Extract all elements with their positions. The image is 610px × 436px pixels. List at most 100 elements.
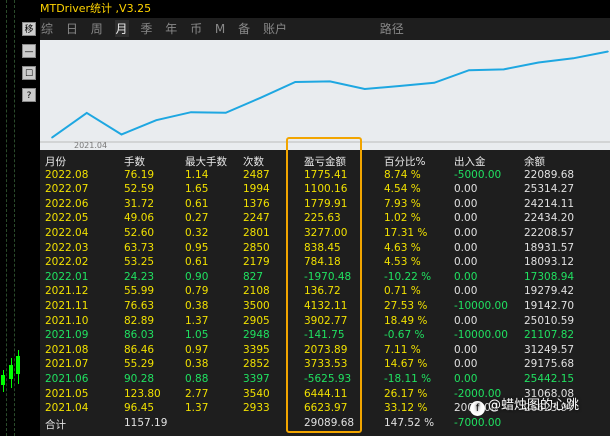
profit-column-highlight	[286, 137, 362, 433]
cell-percent: 4.63 %	[384, 241, 421, 254]
total-lots: 1157.19	[124, 416, 168, 429]
cell-lots: 76.19	[124, 168, 155, 181]
cell-lots: 31.72	[124, 197, 155, 210]
cell-lots: 96.45	[124, 402, 155, 415]
cell-lots: 90.28	[124, 372, 155, 385]
cell-max-lots: 1.37	[185, 314, 209, 327]
tab-week[interactable]: 周	[90, 20, 104, 37]
balance-point-2022.07	[572, 57, 575, 60]
cell-max-lots: 1.65	[185, 183, 209, 196]
balance-point-2022.01	[363, 88, 366, 90]
cell-lots: 49.06	[124, 212, 155, 225]
watermark-text: @蜡烛图的心跳	[488, 398, 580, 413]
balance-point-2022.02	[398, 85, 401, 87]
cell-count: 2852	[243, 358, 270, 371]
cell-percent: 7.93 %	[384, 197, 421, 210]
balance-point-2021.08	[190, 111, 192, 114]
total-percent: 147.52 %	[384, 416, 435, 429]
cell-max-lots: 0.97	[185, 343, 209, 356]
cell-percent: 7.11 %	[384, 343, 421, 356]
header-deposit[interactable]: 出入金	[454, 154, 486, 169]
cell-lots: 63.73	[124, 241, 155, 254]
cell-count: 2108	[243, 285, 270, 298]
move-button[interactable]: 移	[22, 22, 36, 36]
cell-balance: 24214.11	[524, 197, 575, 210]
cell-deposit: 0.00	[454, 314, 478, 327]
total-month: 合计	[45, 418, 66, 431]
cell-month: 2021.04	[45, 402, 89, 415]
tab-month[interactable]: 月	[114, 20, 129, 37]
tab-overview[interactable]: 综	[40, 20, 54, 37]
cell-month: 2021.08	[45, 343, 89, 356]
cell-lots: 24.23	[124, 270, 155, 283]
cell-month: 2021.07	[45, 358, 89, 371]
cell-deposit: 0.00	[454, 358, 478, 371]
cell-deposit: 0.00	[454, 183, 478, 196]
tab-path[interactable]: 路径	[379, 20, 405, 37]
maximize-button[interactable]: ☐	[22, 66, 36, 80]
cell-lots: 86.46	[124, 343, 155, 356]
cell-count: 2850	[243, 241, 270, 254]
header-count[interactable]: 次数	[243, 154, 264, 169]
background-price-chart	[0, 0, 20, 436]
cell-count: 3395	[243, 343, 270, 356]
cell-balance: 21107.82	[524, 329, 575, 342]
window-title: MTDriver统计 ,V3.25	[40, 0, 610, 18]
cell-count: 3540	[243, 387, 270, 400]
cell-balance: 29175.68	[524, 358, 575, 371]
cell-month: 2021.09	[45, 329, 89, 342]
balance-point-2021.10	[259, 96, 262, 99]
cell-percent: 14.67 %	[384, 358, 428, 371]
cell-count: 2933	[243, 402, 270, 415]
header-balance[interactable]: 余额	[524, 154, 545, 169]
balance-point-2021.06	[120, 133, 123, 136]
tab-quarter[interactable]: 季	[139, 20, 153, 37]
cell-percent: 33.12 %	[384, 402, 428, 415]
cell-count: 1376	[243, 197, 270, 210]
balance-series-line	[51, 50, 609, 139]
cell-deposit: 0.00	[454, 372, 478, 385]
cell-month: 2022.06	[45, 197, 89, 210]
tab-currency[interactable]: 币	[189, 20, 203, 37]
cell-count: 2179	[243, 256, 270, 269]
cell-count: 2247	[243, 212, 270, 225]
tab-bar: 综 日 周 月 季 年 币 M 备 账户 路径	[40, 20, 412, 40]
total-deposit: -7000.00	[454, 416, 502, 429]
cell-month: 2022.08	[45, 168, 89, 181]
cell-percent: -10.22 %	[384, 270, 432, 283]
header-lots[interactable]: 手数	[124, 154, 145, 169]
balance-point-2022.04	[468, 69, 470, 72]
tab-day[interactable]: 日	[65, 20, 79, 37]
cell-count: 2948	[243, 329, 270, 342]
cell-lots: 53.25	[124, 256, 155, 269]
help-button[interactable]: ?	[22, 88, 36, 102]
tab-backup[interactable]: 备	[237, 20, 251, 37]
cell-month: 2021.10	[45, 314, 89, 327]
header-month[interactable]: 月份	[45, 154, 66, 169]
cell-lots: 55.99	[124, 285, 155, 298]
minimize-button[interactable]: —	[22, 44, 36, 58]
tab-year[interactable]: 年	[164, 20, 178, 37]
cell-balance: 22089.68	[524, 168, 575, 181]
cell-percent: 8.74 %	[384, 168, 421, 181]
cell-lots: 52.59	[124, 183, 155, 196]
tab-account[interactable]: 账户	[262, 20, 288, 37]
cell-month: 2022.03	[45, 241, 89, 254]
balance-point-2022.05	[502, 68, 505, 71]
cell-balance: 25314.27	[524, 183, 575, 196]
cell-deposit: 0.00	[454, 241, 478, 254]
cell-percent: -18.11 %	[384, 372, 432, 385]
header-percent[interactable]: 百分比%	[384, 154, 425, 169]
cell-max-lots: 0.88	[185, 372, 209, 385]
cell-balance: 18931.57	[524, 241, 575, 254]
cell-deposit: 0.00	[454, 256, 478, 269]
cell-balance: 19142.70	[524, 299, 575, 312]
balance-point-2021.09	[224, 111, 227, 114]
header-max-lots[interactable]: 最大手数	[185, 154, 227, 169]
cell-month: 2022.02	[45, 256, 89, 269]
cell-balance: 25442.15	[524, 372, 575, 385]
cell-max-lots: 0.32	[185, 226, 209, 239]
cell-max-lots: 1.14	[185, 168, 209, 181]
tab-m[interactable]: M	[214, 22, 226, 36]
balance-point-2021.11	[294, 81, 297, 83]
